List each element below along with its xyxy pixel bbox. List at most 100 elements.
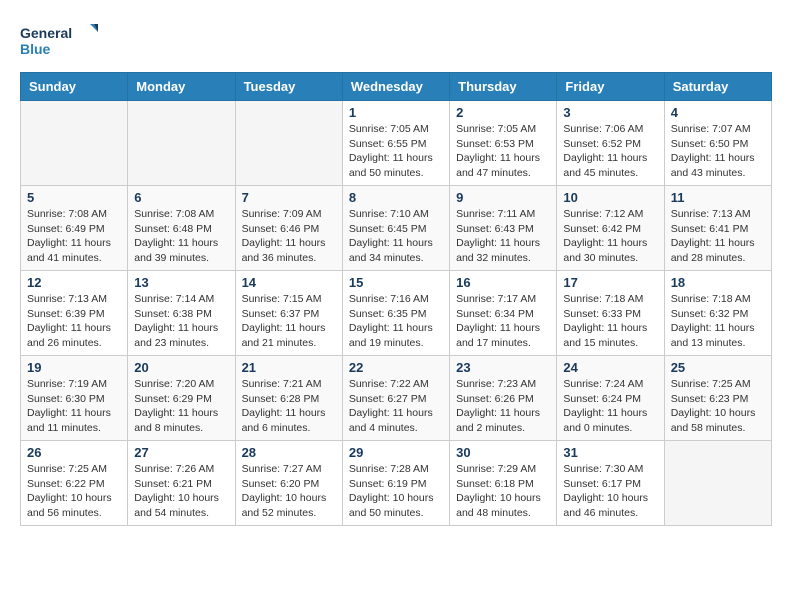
calendar-cell xyxy=(128,101,235,186)
day-number: 9 xyxy=(456,190,550,205)
calendar-cell: 3 Sunrise: 7:06 AM Sunset: 6:52 PM Daylig… xyxy=(557,101,664,186)
day-info: Sunrise: 7:26 AM Sunset: 6:21 PM Dayligh… xyxy=(134,462,228,521)
day-number: 17 xyxy=(563,275,657,290)
calendar-cell: 26 Sunrise: 7:25 AM Sunset: 6:22 PM Dayli… xyxy=(21,441,128,526)
day-number: 10 xyxy=(563,190,657,205)
day-info: Sunrise: 7:10 AM Sunset: 6:45 PM Dayligh… xyxy=(349,207,443,266)
calendar-cell: 23 Sunrise: 7:23 AM Sunset: 6:26 PM Dayli… xyxy=(450,356,557,441)
day-number: 20 xyxy=(134,360,228,375)
day-number: 7 xyxy=(242,190,336,205)
day-number: 27 xyxy=(134,445,228,460)
logo-svg: General Blue xyxy=(20,20,100,62)
calendar-cell: 19 Sunrise: 7:19 AM Sunset: 6:30 PM Dayli… xyxy=(21,356,128,441)
svg-text:Blue: Blue xyxy=(20,41,51,57)
day-number: 31 xyxy=(563,445,657,460)
col-header-monday: Monday xyxy=(128,73,235,101)
calendar-cell: 5 Sunrise: 7:08 AM Sunset: 6:49 PM Daylig… xyxy=(21,186,128,271)
day-info: Sunrise: 7:21 AM Sunset: 6:28 PM Dayligh… xyxy=(242,377,336,436)
day-info: Sunrise: 7:06 AM Sunset: 6:52 PM Dayligh… xyxy=(563,122,657,181)
calendar-cell: 30 Sunrise: 7:29 AM Sunset: 6:18 PM Dayli… xyxy=(450,441,557,526)
day-info: Sunrise: 7:19 AM Sunset: 6:30 PM Dayligh… xyxy=(27,377,121,436)
calendar-cell xyxy=(21,101,128,186)
day-number: 22 xyxy=(349,360,443,375)
day-number: 2 xyxy=(456,105,550,120)
calendar-week-4: 19 Sunrise: 7:19 AM Sunset: 6:30 PM Dayli… xyxy=(21,356,772,441)
day-info: Sunrise: 7:11 AM Sunset: 6:43 PM Dayligh… xyxy=(456,207,550,266)
calendar-cell: 4 Sunrise: 7:07 AM Sunset: 6:50 PM Daylig… xyxy=(664,101,771,186)
day-number: 3 xyxy=(563,105,657,120)
day-info: Sunrise: 7:28 AM Sunset: 6:19 PM Dayligh… xyxy=(349,462,443,521)
day-number: 19 xyxy=(27,360,121,375)
calendar-cell: 25 Sunrise: 7:25 AM Sunset: 6:23 PM Dayli… xyxy=(664,356,771,441)
day-info: Sunrise: 7:25 AM Sunset: 6:22 PM Dayligh… xyxy=(27,462,121,521)
day-info: Sunrise: 7:25 AM Sunset: 6:23 PM Dayligh… xyxy=(671,377,765,436)
calendar-cell: 16 Sunrise: 7:17 AM Sunset: 6:34 PM Dayli… xyxy=(450,271,557,356)
day-number: 23 xyxy=(456,360,550,375)
calendar-cell: 13 Sunrise: 7:14 AM Sunset: 6:38 PM Dayli… xyxy=(128,271,235,356)
day-info: Sunrise: 7:05 AM Sunset: 6:53 PM Dayligh… xyxy=(456,122,550,181)
calendar-cell: 22 Sunrise: 7:22 AM Sunset: 6:27 PM Dayli… xyxy=(342,356,449,441)
calendar-cell: 8 Sunrise: 7:10 AM Sunset: 6:45 PM Daylig… xyxy=(342,186,449,271)
day-number: 26 xyxy=(27,445,121,460)
day-info: Sunrise: 7:30 AM Sunset: 6:17 PM Dayligh… xyxy=(563,462,657,521)
day-info: Sunrise: 7:14 AM Sunset: 6:38 PM Dayligh… xyxy=(134,292,228,351)
calendar-cell: 1Sunrise: 7:05 AM Sunset: 6:55 PM Daylig… xyxy=(342,101,449,186)
calendar-cell: 18 Sunrise: 7:18 AM Sunset: 6:32 PM Dayli… xyxy=(664,271,771,356)
day-number: 11 xyxy=(671,190,765,205)
calendar-cell xyxy=(235,101,342,186)
col-header-thursday: Thursday xyxy=(450,73,557,101)
col-header-sunday: Sunday xyxy=(21,73,128,101)
calendar-cell: 27 Sunrise: 7:26 AM Sunset: 6:21 PM Dayli… xyxy=(128,441,235,526)
calendar-cell: 24 Sunrise: 7:24 AM Sunset: 6:24 PM Dayli… xyxy=(557,356,664,441)
day-number: 24 xyxy=(563,360,657,375)
day-number: 18 xyxy=(671,275,765,290)
day-info: Sunrise: 7:23 AM Sunset: 6:26 PM Dayligh… xyxy=(456,377,550,436)
day-info: Sunrise: 7:18 AM Sunset: 6:33 PM Dayligh… xyxy=(563,292,657,351)
svg-text:General: General xyxy=(20,25,72,41)
day-info: Sunrise: 7:15 AM Sunset: 6:37 PM Dayligh… xyxy=(242,292,336,351)
day-info: Sunrise: 7:24 AM Sunset: 6:24 PM Dayligh… xyxy=(563,377,657,436)
day-info: Sunrise: 7:29 AM Sunset: 6:18 PM Dayligh… xyxy=(456,462,550,521)
calendar-cell: 6 Sunrise: 7:08 AM Sunset: 6:48 PM Daylig… xyxy=(128,186,235,271)
col-header-wednesday: Wednesday xyxy=(342,73,449,101)
calendar-week-1: 1Sunrise: 7:05 AM Sunset: 6:55 PM Daylig… xyxy=(21,101,772,186)
day-number: 30 xyxy=(456,445,550,460)
day-info: Sunrise: 7:18 AM Sunset: 6:32 PM Dayligh… xyxy=(671,292,765,351)
calendar-cell: 11Sunrise: 7:13 AM Sunset: 6:41 PM Dayli… xyxy=(664,186,771,271)
day-info: Sunrise: 7:08 AM Sunset: 6:48 PM Dayligh… xyxy=(134,207,228,266)
day-number: 21 xyxy=(242,360,336,375)
calendar-cell: 14 Sunrise: 7:15 AM Sunset: 6:37 PM Dayli… xyxy=(235,271,342,356)
calendar-cell: 28Sunrise: 7:27 AM Sunset: 6:20 PM Dayli… xyxy=(235,441,342,526)
day-number: 4 xyxy=(671,105,765,120)
day-info: Sunrise: 7:20 AM Sunset: 6:29 PM Dayligh… xyxy=(134,377,228,436)
page-header: General Blue xyxy=(20,20,772,62)
calendar-cell: 17 Sunrise: 7:18 AM Sunset: 6:33 PM Dayli… xyxy=(557,271,664,356)
day-number: 8 xyxy=(349,190,443,205)
calendar-week-5: 26 Sunrise: 7:25 AM Sunset: 6:22 PM Dayli… xyxy=(21,441,772,526)
day-number: 28 xyxy=(242,445,336,460)
day-info: Sunrise: 7:17 AM Sunset: 6:34 PM Dayligh… xyxy=(456,292,550,351)
day-info: Sunrise: 7:12 AM Sunset: 6:42 PM Dayligh… xyxy=(563,207,657,266)
day-number: 15 xyxy=(349,275,443,290)
calendar-header-row: SundayMondayTuesdayWednesdayThursdayFrid… xyxy=(21,73,772,101)
day-info: Sunrise: 7:08 AM Sunset: 6:49 PM Dayligh… xyxy=(27,207,121,266)
calendar-cell xyxy=(664,441,771,526)
day-info: Sunrise: 7:22 AM Sunset: 6:27 PM Dayligh… xyxy=(349,377,443,436)
calendar-cell: 9 Sunrise: 7:11 AM Sunset: 6:43 PM Daylig… xyxy=(450,186,557,271)
calendar-cell: 10 Sunrise: 7:12 AM Sunset: 6:42 PM Dayli… xyxy=(557,186,664,271)
day-info: Sunrise: 7:09 AM Sunset: 6:46 PM Dayligh… xyxy=(242,207,336,266)
day-number: 29 xyxy=(349,445,443,460)
day-number: 14 xyxy=(242,275,336,290)
day-number: 13 xyxy=(134,275,228,290)
day-info: Sunrise: 7:07 AM Sunset: 6:50 PM Dayligh… xyxy=(671,122,765,181)
calendar-week-3: 12Sunrise: 7:13 AM Sunset: 6:39 PM Dayli… xyxy=(21,271,772,356)
day-number: 16 xyxy=(456,275,550,290)
calendar-cell: 29 Sunrise: 7:28 AM Sunset: 6:19 PM Dayli… xyxy=(342,441,449,526)
day-number: 6 xyxy=(134,190,228,205)
calendar-cell: 20 Sunrise: 7:20 AM Sunset: 6:29 PM Dayli… xyxy=(128,356,235,441)
day-info: Sunrise: 7:05 AM Sunset: 6:55 PM Dayligh… xyxy=(349,122,443,181)
col-header-tuesday: Tuesday xyxy=(235,73,342,101)
calendar-cell: 12Sunrise: 7:13 AM Sunset: 6:39 PM Dayli… xyxy=(21,271,128,356)
day-number: 25 xyxy=(671,360,765,375)
day-number: 5 xyxy=(27,190,121,205)
